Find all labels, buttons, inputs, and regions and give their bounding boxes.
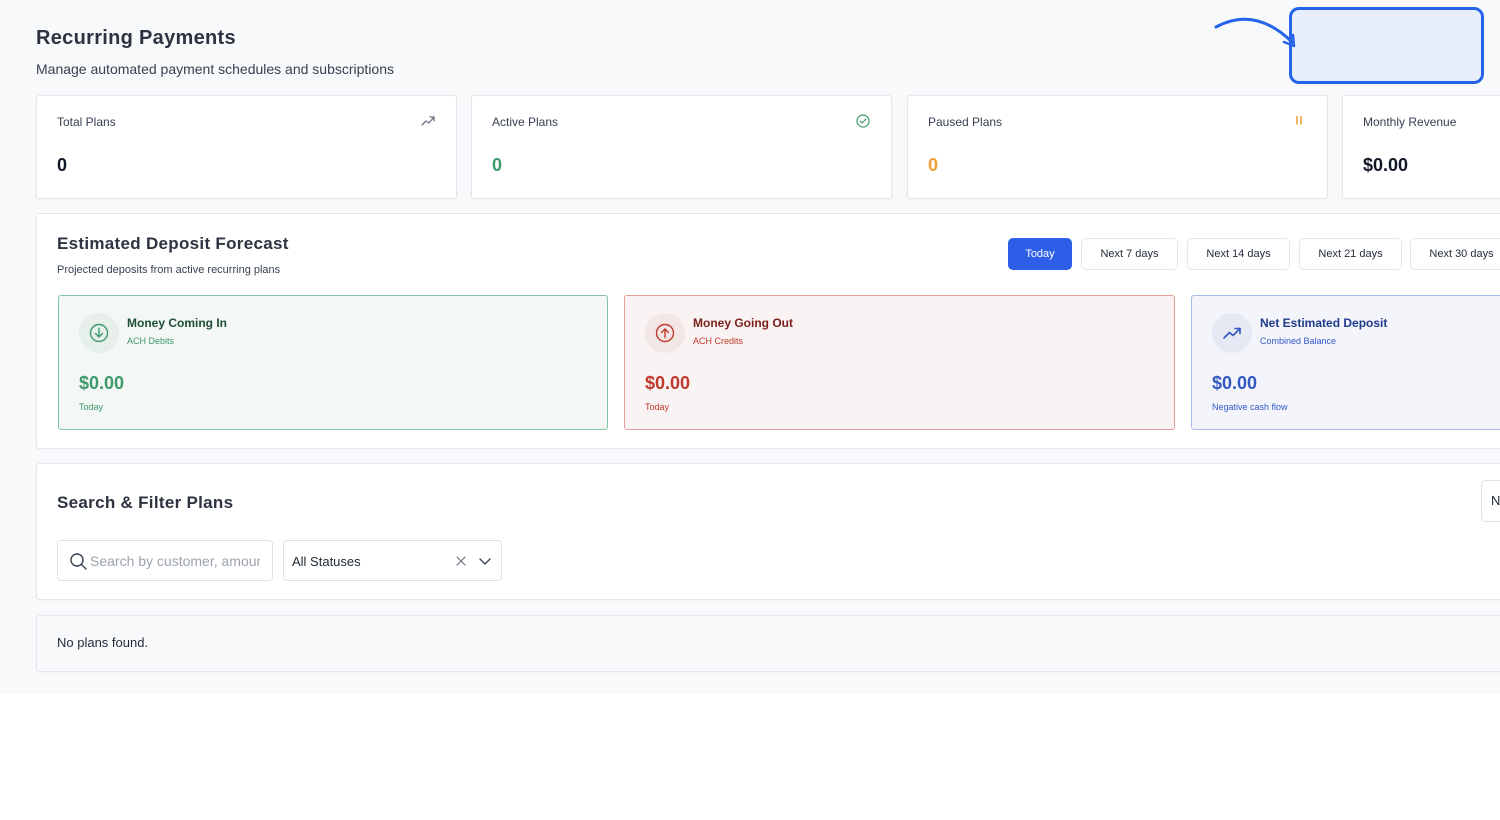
icon-circle xyxy=(79,313,119,353)
money-coming-in-card: Money Coming In ACH Debits $0.00 Today xyxy=(58,295,608,430)
section-subtitle: Projected deposits from active recurring… xyxy=(57,264,281,276)
page: Recurring Payments Manage automated paym… xyxy=(0,0,1500,694)
deposit-forecast-section: Estimated Deposit Forecast Projected dep… xyxy=(36,213,1500,449)
stat-value: 0 xyxy=(928,155,939,175)
empty-message: No plans found. xyxy=(57,635,149,650)
stat-card-monthly-revenue: Monthly Revenue $0.00 xyxy=(1342,95,1500,199)
range-today-button[interactable]: Today xyxy=(1008,238,1072,270)
section-title: Estimated Deposit Forecast xyxy=(57,234,289,253)
card-title: Net Estimated Deposit xyxy=(1260,316,1388,330)
arrow-up-circle-icon xyxy=(655,323,675,343)
card-title: Money Going Out xyxy=(693,316,793,330)
stat-label: Active Plans xyxy=(492,115,559,129)
stat-card-active-plans: Active Plans 0 xyxy=(471,95,892,199)
search-input[interactable] xyxy=(90,541,260,580)
card-value: $0.00 xyxy=(645,373,691,393)
section-title: Search & Filter Plans xyxy=(57,493,234,512)
page-title: Recurring Payments xyxy=(36,27,236,49)
trending-up-icon xyxy=(1223,327,1241,339)
pointer-arrow-icon xyxy=(1214,17,1296,48)
stat-value: $0.00 xyxy=(1363,155,1409,175)
net-estimated-deposit-card: Net Estimated Deposit Combined Balance $… xyxy=(1191,295,1500,430)
card-note: Negative cash flow xyxy=(1212,402,1288,412)
card-note: Today xyxy=(79,402,104,412)
card-value: $0.00 xyxy=(1212,373,1258,393)
search-filter-section: Search & Filter Plans N All Statuses xyxy=(36,463,1500,600)
plans-list-empty: No plans found. xyxy=(36,615,1500,672)
stat-value: 0 xyxy=(492,155,503,175)
range-next-21-days-button[interactable]: Next 21 days xyxy=(1299,238,1402,270)
clear-icon[interactable] xyxy=(455,555,467,567)
range-next-14-days-button[interactable]: Next 14 days xyxy=(1187,238,1290,270)
card-title: Money Coming In xyxy=(127,316,227,330)
money-going-out-card: Money Going Out ACH Credits $0.00 Today xyxy=(624,295,1175,430)
status-select[interactable]: All Statuses xyxy=(283,540,502,581)
card-value: $0.00 xyxy=(79,373,125,393)
stat-card-total-plans: Total Plans 0 xyxy=(36,95,457,199)
range-next-30-days-button[interactable]: Next 30 days xyxy=(1410,238,1500,270)
status-select-value: All Statuses xyxy=(292,554,361,569)
stat-value: 0 xyxy=(57,155,68,175)
search-icon xyxy=(70,553,87,570)
check-circle-icon xyxy=(856,114,870,128)
highlighted-action-area[interactable] xyxy=(1289,7,1484,84)
search-field[interactable] xyxy=(57,540,273,581)
stat-label: Paused Plans xyxy=(928,115,1003,129)
chevron-down-icon[interactable] xyxy=(478,555,492,567)
icon-circle xyxy=(645,313,685,353)
card-subtitle: ACH Debits xyxy=(127,336,175,346)
section-action-button[interactable]: N xyxy=(1481,480,1500,522)
page-subtitle: Manage automated payment schedules and s… xyxy=(36,61,394,77)
card-note: Today xyxy=(645,402,670,412)
stat-label: Monthly Revenue xyxy=(1363,115,1457,129)
arrow-down-circle-icon xyxy=(89,323,109,343)
pause-icon xyxy=(1296,115,1302,125)
stat-card-paused-plans: Paused Plans 0 xyxy=(907,95,1328,199)
icon-circle xyxy=(1212,313,1252,353)
range-next-7-days-button[interactable]: Next 7 days xyxy=(1081,238,1178,270)
card-subtitle: ACH Credits xyxy=(693,336,744,346)
card-subtitle: Combined Balance xyxy=(1260,336,1337,346)
stat-label: Total Plans xyxy=(57,115,116,129)
trending-up-icon xyxy=(421,116,435,126)
